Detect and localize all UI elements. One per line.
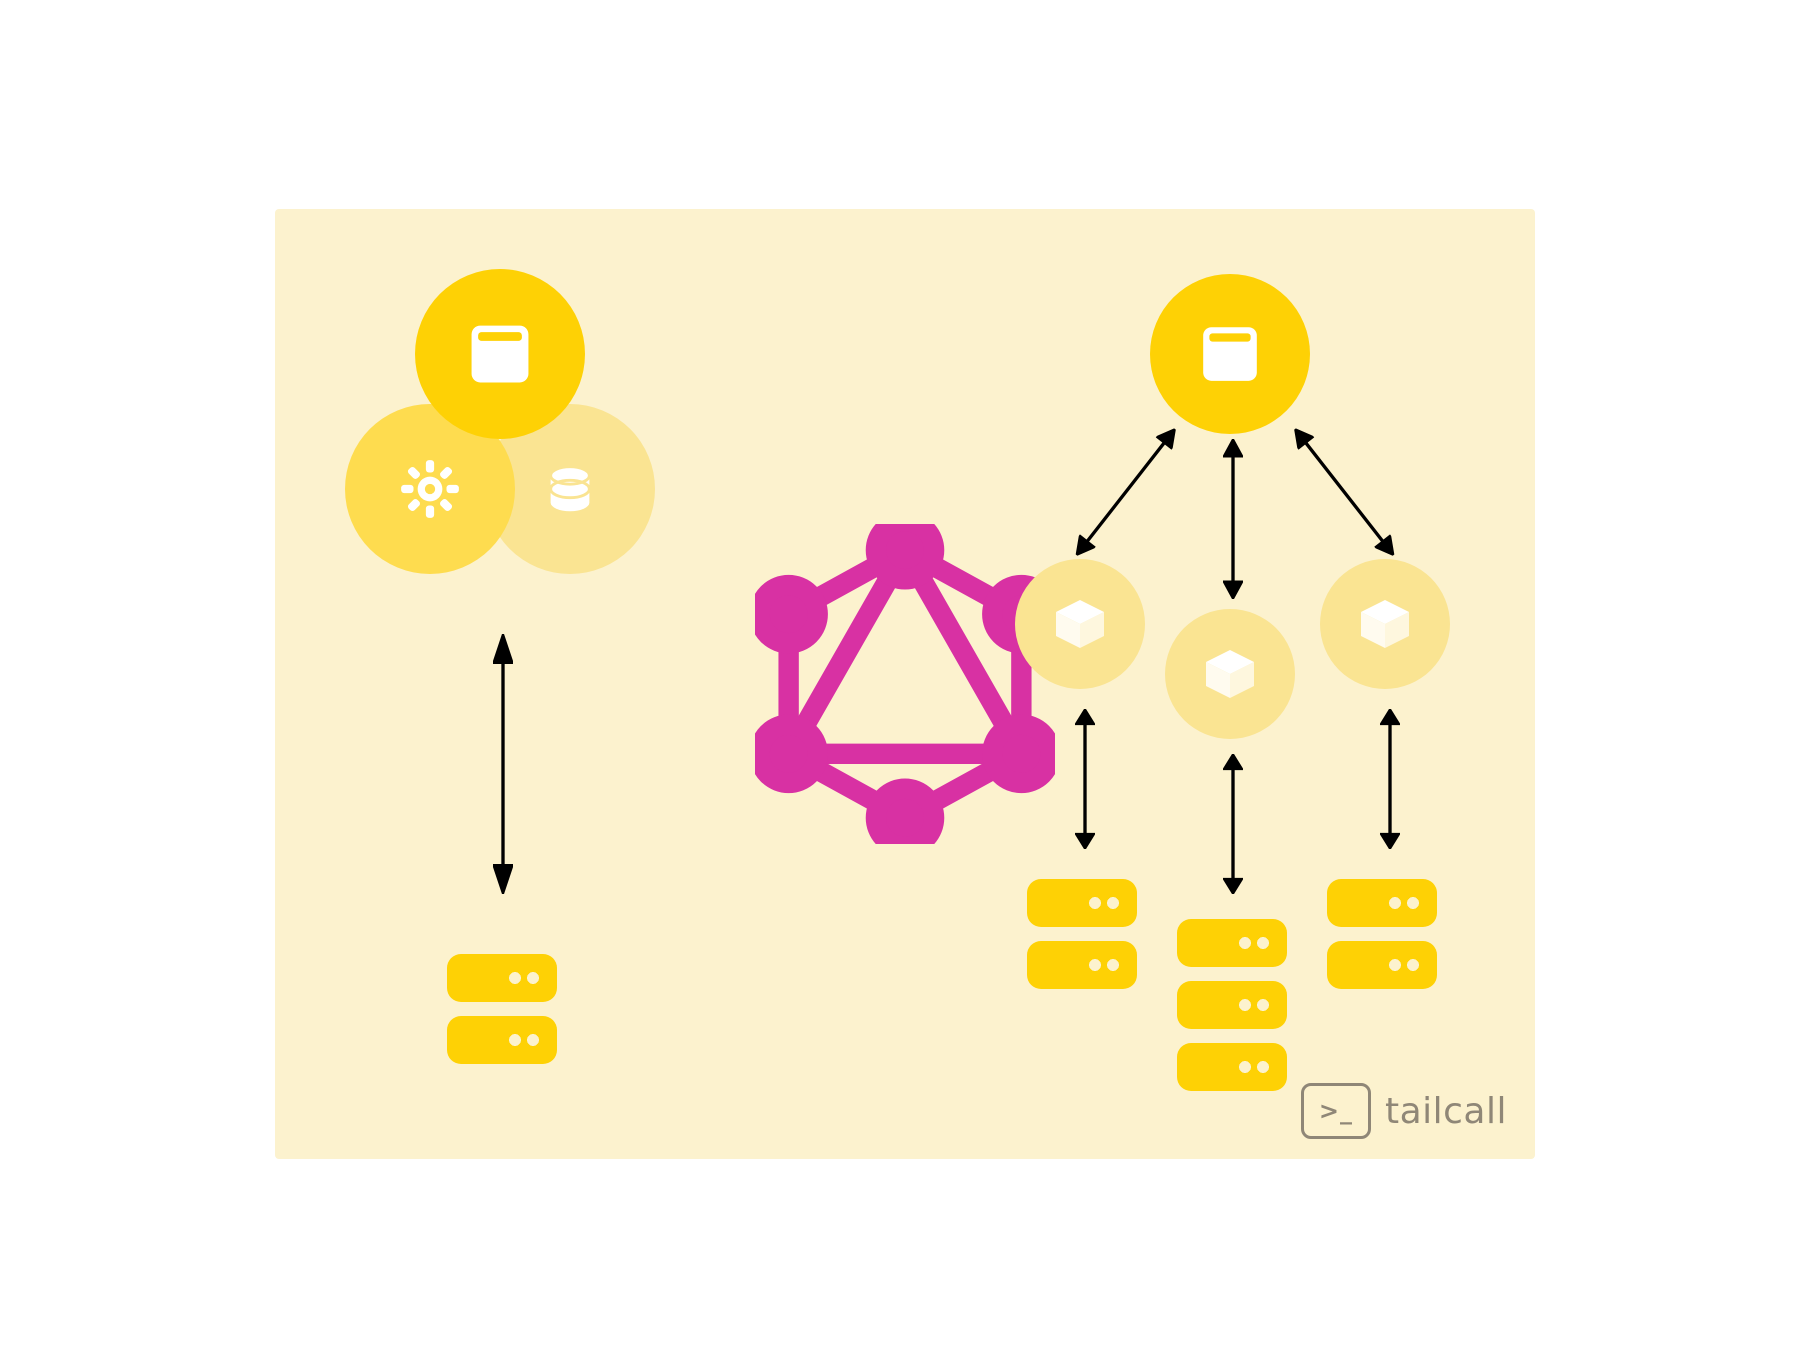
database-icon [539,458,601,520]
service-a-to-server-arrow [1075,709,1095,849]
graphql-icon [755,524,1055,844]
service-b-server-stack [1177,919,1287,1105]
server-icon [1177,1043,1287,1091]
cube-icon [1048,592,1112,656]
monolith-server-stack [447,954,557,1078]
brand-symbol: >_ [1319,1097,1353,1125]
graphql-logo [755,524,1055,844]
brand-name: tailcall [1385,1091,1507,1132]
browser-icon [465,319,535,389]
cube-icon [1353,592,1417,656]
gear-icon [397,456,463,522]
service-c-to-server-arrow [1380,709,1400,849]
service-a-node [1015,559,1145,689]
server-icon [447,1016,557,1064]
root-to-service-c-arrow [1287,423,1401,561]
monolith-ui-node [415,269,585,439]
server-icon [1327,879,1437,927]
server-icon [1177,981,1287,1029]
brand-watermark: >_ tailcall [1301,1083,1507,1139]
browser ticon [1197,321,1263,387]
architecture-diagram: >_ tailcall [275,209,1535,1159]
server-icon [1027,879,1137,927]
service-c-server-stack [1327,879,1437,1003]
server-icon [1177,919,1287,967]
monolith-to-server-arrow [493,634,513,894]
cube-icon [1198,642,1262,706]
service-b-to-server-arrow [1223,754,1243,894]
service-b-node [1165,609,1295,739]
brand-logo-icon: >_ [1301,1083,1371,1139]
root-to-service-a-arrow [1069,423,1183,561]
server-icon [1327,941,1437,989]
server-icon [1027,941,1137,989]
service-c-node [1320,559,1450,689]
server-icon [447,954,557,1002]
microservice-root-ui-node [1150,274,1310,434]
root-to-service-b-arrow [1223,439,1243,599]
service-a-server-stack [1027,879,1137,1003]
